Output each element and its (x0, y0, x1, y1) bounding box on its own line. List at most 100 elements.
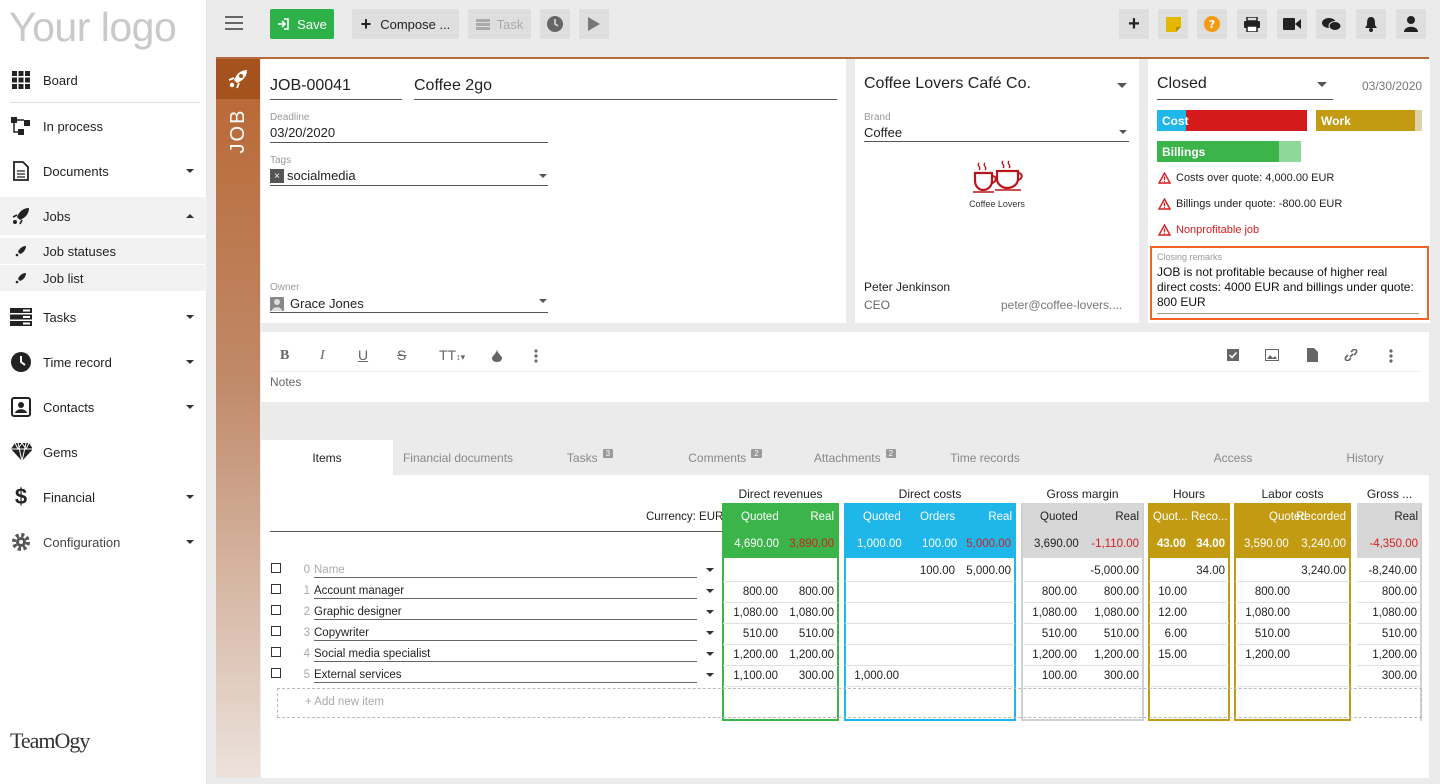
tab-tasks[interactable]: Tasks 3 (545, 440, 635, 475)
add-button[interactable]: + (1119, 9, 1149, 39)
cell-lc-q[interactable]: 1,200.00 (1220, 649, 1290, 661)
brand-select[interactable]: Coffee (864, 125, 902, 140)
closing-remarks-text[interactable]: JOB is not profitable because of higher … (1157, 265, 1419, 310)
cell-h-q[interactable]: 10.00 (1117, 586, 1187, 598)
sidebar-item-job-list[interactable]: Job list (0, 265, 207, 291)
video-button[interactable] (1277, 9, 1307, 39)
more-vert-icon[interactable] (1389, 349, 1393, 363)
tab-access[interactable]: Access (1195, 440, 1271, 475)
cell-g-r[interactable]: 800.00 (1347, 586, 1417, 598)
sticky-note-button[interactable] (1158, 9, 1188, 39)
sidebar-item-configuration[interactable]: Configuration (0, 522, 207, 562)
cell-gm-r[interactable]: -5,000.00 (1069, 565, 1139, 577)
row-checkbox[interactable] (271, 647, 281, 657)
item-name-input[interactable]: Account manager (314, 585, 404, 597)
cell-dc-r[interactable]: 5,000.00 (941, 565, 1011, 577)
cell-g-r[interactable]: -8,240.00 (1347, 565, 1417, 577)
sidebar-item-board[interactable]: Board (0, 60, 207, 100)
cell-dr-r[interactable]: 510.00 (764, 628, 834, 640)
chevron-down-icon[interactable] (1317, 82, 1327, 87)
play-button[interactable] (579, 9, 609, 39)
cell-lc-r[interactable]: 3,240.00 (1276, 565, 1346, 577)
more-vert-icon[interactable] (534, 349, 538, 363)
chevron-down-icon[interactable] (706, 568, 714, 572)
image-icon[interactable] (1265, 349, 1279, 361)
text-size-icon[interactable]: TT↕▾ (439, 347, 465, 363)
deadline-input[interactable]: 03/20/2020 (270, 125, 335, 140)
item-name-input[interactable]: Copywriter (314, 627, 369, 639)
item-name-input[interactable]: Graphic designer (314, 606, 402, 618)
cell-h-q[interactable]: 6.00 (1117, 628, 1187, 640)
notes-input[interactable]: Notes (270, 375, 301, 389)
checkbox-icon[interactable] (1227, 349, 1239, 361)
help-button[interactable]: ? (1197, 9, 1227, 39)
cell-h-q[interactable]: 12.00 (1117, 607, 1187, 619)
print-button[interactable] (1237, 9, 1267, 39)
cell-g-r[interactable]: 1,080.00 (1347, 607, 1417, 619)
tab-history[interactable]: History (1325, 440, 1405, 475)
closing-remarks-box[interactable]: Closing remarks JOB is not profitable be… (1150, 246, 1429, 320)
link-icon[interactable] (1344, 349, 1358, 361)
cell-lc-q[interactable]: 800.00 (1220, 586, 1290, 598)
cell-gm-r[interactable]: 300.00 (1069, 670, 1139, 682)
cell-lc-q[interactable]: 1,080.00 (1220, 607, 1290, 619)
item-name-input[interactable]: External services (314, 669, 402, 681)
cell-dc-q[interactable]: 1,000.00 (829, 670, 899, 682)
tab-comments[interactable]: Comments 2 (675, 440, 775, 475)
cell-h-r[interactable]: 34.00 (1155, 565, 1225, 577)
cell-gm-q[interactable]: 800.00 (1007, 586, 1077, 598)
cell-gm-q[interactable]: 1,080.00 (1007, 607, 1077, 619)
cell-lc-q[interactable]: 510.00 (1220, 628, 1290, 640)
sidebar-item-documents[interactable]: Documents (0, 151, 207, 191)
contact-email[interactable]: peter@coffee-lovers.... (1001, 298, 1122, 312)
row-checkbox[interactable] (271, 668, 281, 678)
notifications-button[interactable] (1356, 9, 1386, 39)
cell-gm-q[interactable]: 1,200.00 (1007, 649, 1077, 661)
row-checkbox[interactable] (271, 605, 281, 615)
tab-items[interactable]: Items (261, 440, 393, 475)
row-checkbox[interactable] (271, 626, 281, 636)
cell-g-r[interactable]: 510.00 (1347, 628, 1417, 640)
sidebar-item-time-record[interactable]: Time record (0, 342, 207, 382)
item-name-input[interactable]: Name (314, 564, 345, 576)
cell-g-r[interactable]: 1,200.00 (1347, 649, 1417, 661)
cell-dr-r[interactable]: 1,080.00 (764, 607, 834, 619)
add-new-item-row[interactable]: + Add new item (277, 688, 1422, 718)
cell-dr-r[interactable]: 300.00 (764, 670, 834, 682)
item-name-input[interactable]: Social media specialist (314, 648, 430, 660)
time-button[interactable] (540, 9, 570, 39)
cell-dr-r[interactable]: 800.00 (764, 586, 834, 598)
chevron-down-icon[interactable] (1117, 83, 1127, 88)
tab-financial-documents[interactable]: Financial documents (393, 440, 523, 475)
user-button[interactable] (1396, 9, 1426, 39)
contact-name[interactable]: Peter Jenkinson (864, 280, 950, 294)
owner-select[interactable]: Grace Jones (270, 296, 548, 312)
file-icon[interactable] (1307, 348, 1318, 362)
hamburger-menu-icon[interactable] (225, 16, 243, 30)
cell-g-r[interactable]: 300.00 (1347, 670, 1417, 682)
cell-gm-q[interactable]: 100.00 (1007, 670, 1077, 682)
color-drop-icon[interactable] (492, 349, 502, 362)
row-checkbox[interactable] (271, 584, 281, 594)
cell-gm-q[interactable]: 510.00 (1007, 628, 1077, 640)
sidebar-item-tasks[interactable]: Tasks (0, 297, 207, 337)
chat-button[interactable] (1316, 9, 1346, 39)
client-company[interactable]: Coffee Lovers Café Co. (864, 75, 1031, 93)
status-select[interactable]: Closed (1157, 75, 1207, 93)
sidebar-item-job-statuses[interactable]: Job statuses (0, 238, 207, 264)
cell-h-q[interactable]: 15.00 (1117, 649, 1187, 661)
tab-attachments[interactable]: Attachments 2 (800, 440, 910, 475)
cell-dr-r[interactable]: 1,200.00 (764, 649, 834, 661)
sidebar-item-in-process[interactable]: In process (0, 106, 207, 146)
italic-icon[interactable]: I (320, 348, 325, 364)
row-checkbox[interactable] (271, 563, 281, 573)
sidebar-item-financial[interactable]: $ Financial (0, 477, 207, 517)
remove-tag-icon[interactable]: × (270, 169, 284, 183)
sidebar-item-gems[interactable]: Gems (0, 432, 207, 472)
strikethrough-icon[interactable]: S (397, 347, 406, 363)
compose-button[interactable]: + Compose ... (352, 9, 459, 39)
sidebar-item-jobs[interactable]: Jobs (0, 197, 207, 235)
tab-time-records[interactable]: Time records (935, 440, 1035, 475)
job-name-input[interactable]: Coffee 2go (414, 77, 492, 95)
tags-input[interactable]: × socialmedia (270, 168, 548, 184)
